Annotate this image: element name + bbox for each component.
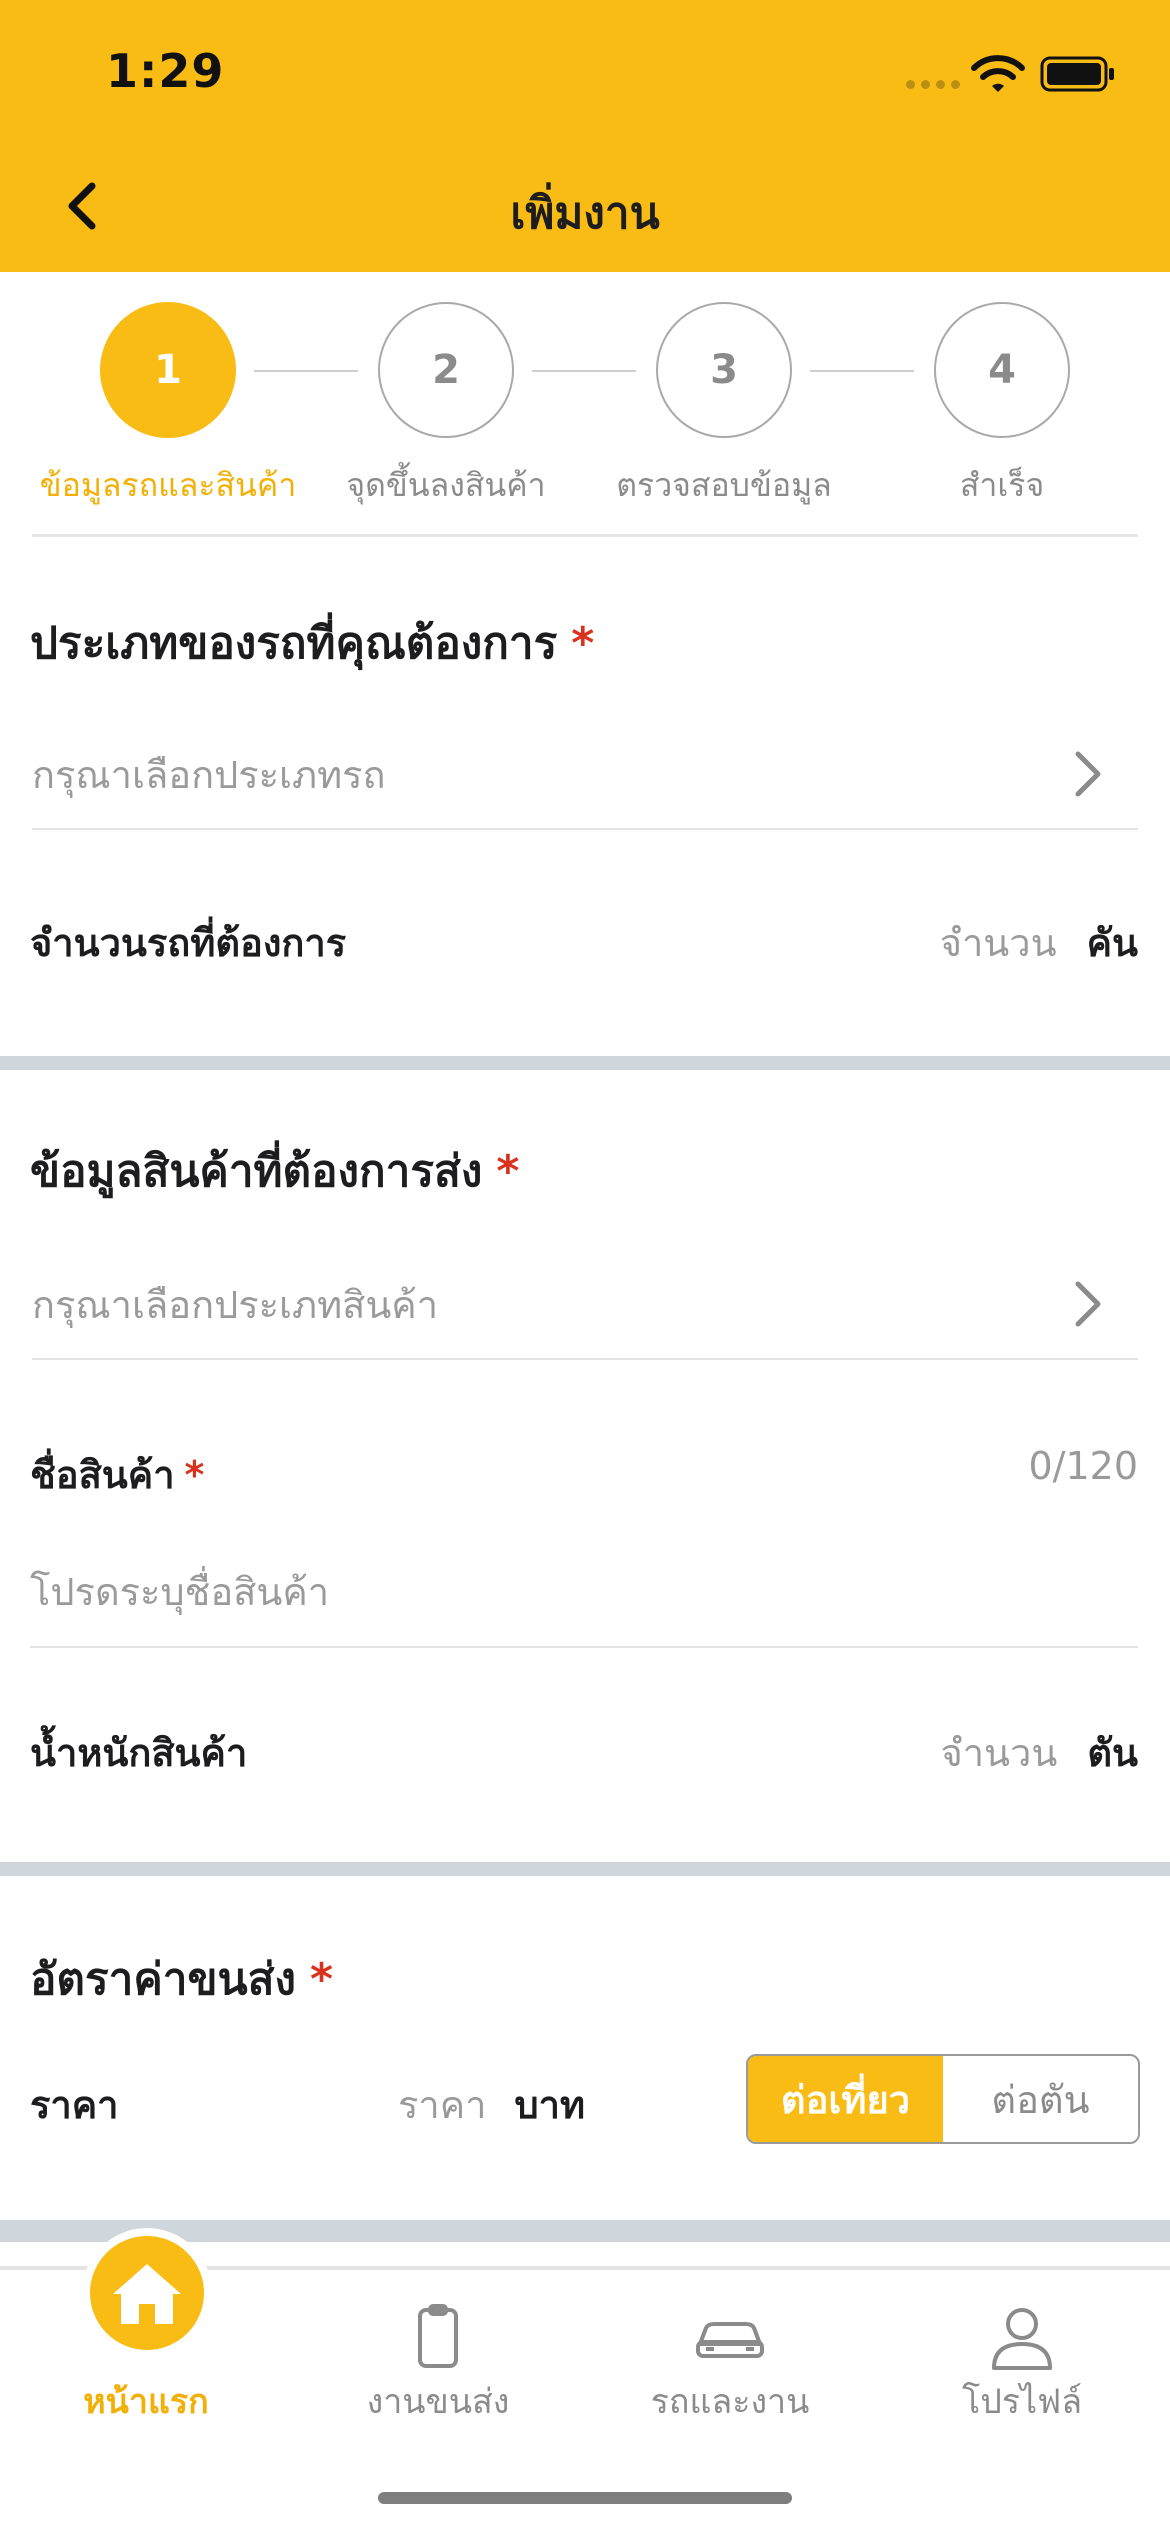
per-ton-option[interactable]: ต่อตัน [943, 2056, 1138, 2142]
per-trip-option[interactable]: ต่อเที่ยว [748, 2056, 943, 2142]
price-unit: บาท [514, 2083, 586, 2127]
tab-profile-label: โปรไฟล์ [961, 2382, 1083, 2422]
step-connector [532, 370, 636, 372]
price-input[interactable]: ราคา บาท [398, 2074, 585, 2135]
rate-title-text: อัตราค่าขนส่ง [30, 1954, 296, 2005]
goods-weight-unit: ตัน [1087, 1731, 1138, 1775]
cellular-signal-icon [906, 80, 962, 90]
progress-stepper: 1 2 3 4 ข้อมูลรถและสินค้า จุดขึ้นลงสินค้… [0, 272, 1170, 538]
step-1-circle: 1 [100, 302, 236, 438]
goods-weight-placeholder: จำนวน [940, 1731, 1058, 1775]
goods-name-counter: 0/120 [1028, 1444, 1138, 1488]
rate-basis-toggle: ต่อเที่ยว ต่อตัน [746, 2054, 1140, 2144]
goods-section-title: ข้อมูลสินค้าที่ต้องการส่ง * [30, 1136, 519, 1206]
goods-name-label-text: ชื่อสินค้า [30, 1453, 175, 1497]
goods-title-text: ข้อมูลสินค้าที่ต้องการส่ง [30, 1146, 483, 1197]
required-marker: * [571, 618, 595, 669]
wifi-icon [971, 55, 1025, 92]
divider [32, 534, 1138, 537]
tab-profile[interactable]: โปรไฟล์ [876, 2270, 1168, 2470]
step-connector [810, 370, 914, 372]
vehicle-section-title: ประเภทของรถที่คุณต้องการ * [30, 608, 594, 678]
chevron-right-icon [1075, 1281, 1101, 1327]
goods-weight-input[interactable]: จำนวน ตัน [940, 1722, 1138, 1783]
step-4-circle: 4 [934, 302, 1070, 438]
step-4-label: สำเร็จ [959, 466, 1045, 504]
tab-vehicles[interactable]: รถและงาน [584, 2270, 876, 2470]
home-icon [113, 2264, 181, 2324]
step-3-circle: 3 [656, 302, 792, 438]
step-connector [254, 370, 358, 372]
rate-section-title: อัตราค่าขนส่ง * [30, 1944, 333, 2014]
price-label: ราคา [30, 2083, 119, 2127]
goods-type-placeholder: กรุณาเลือกประเภทสินค้า [32, 1282, 439, 1327]
goods-weight-label: น้ำหนักสินค้า [30, 1731, 248, 1775]
tab-home[interactable]: หน้าแรก [0, 2228, 292, 2470]
required-marker: * [184, 1453, 205, 1497]
home-button[interactable] [82, 2228, 212, 2358]
vehicle-count-unit: คัน [1086, 921, 1138, 965]
step-2-circle: 2 [378, 302, 514, 438]
vehicle-type-select[interactable]: กรุณาเลือกประเภทรถ [32, 720, 1138, 830]
user-icon [992, 2308, 1052, 2370]
required-marker: * [309, 1954, 333, 2005]
required-marker: * [496, 1146, 520, 1197]
app-header: 1:29 เพิ่มงาน [0, 0, 1170, 272]
home-indicator [378, 2492, 792, 2504]
clipboard-icon [418, 2304, 458, 2368]
vehicle-count-placeholder: จำนวน [939, 921, 1057, 965]
vehicle-type-placeholder: กรุณาเลือกประเภทรถ [32, 752, 386, 797]
goods-name-label: ชื่อสินค้า * [30, 1444, 204, 1505]
section-separator [0, 1862, 1170, 1876]
goods-name-input[interactable] [30, 1538, 1138, 1648]
vehicle-title-text: ประเภทของรถที่คุณต้องการ [30, 618, 558, 669]
section-separator [0, 1056, 1170, 1070]
status-time: 1:29 [106, 44, 225, 98]
tab-home-label: หน้าแรก [83, 2382, 209, 2422]
car-icon [696, 2322, 764, 2358]
page-title: เพิ่มงาน [510, 188, 660, 239]
battery-icon [1040, 56, 1114, 92]
tab-jobs[interactable]: งานขนส่ง [292, 2270, 584, 2470]
step-2-label: จุดขึ้นลงสินค้า [346, 466, 546, 504]
vehicle-count-input[interactable]: จำนวน คัน [940, 912, 1138, 973]
step-3-label: ตรวจสอบข้อมูล [616, 466, 832, 504]
step-1-label: ข้อมูลรถและสินค้า [39, 466, 297, 504]
goods-type-select[interactable]: กรุณาเลือกประเภทสินค้า [32, 1250, 1138, 1360]
tab-jobs-label: งานขนส่ง [366, 2382, 510, 2422]
tab-vehicles-label: รถและงาน [650, 2382, 810, 2422]
chevron-right-icon [1075, 751, 1101, 797]
price-placeholder: ราคา [398, 2083, 487, 2127]
vehicle-count-label: จำนวนรถที่ต้องการ [30, 921, 347, 965]
